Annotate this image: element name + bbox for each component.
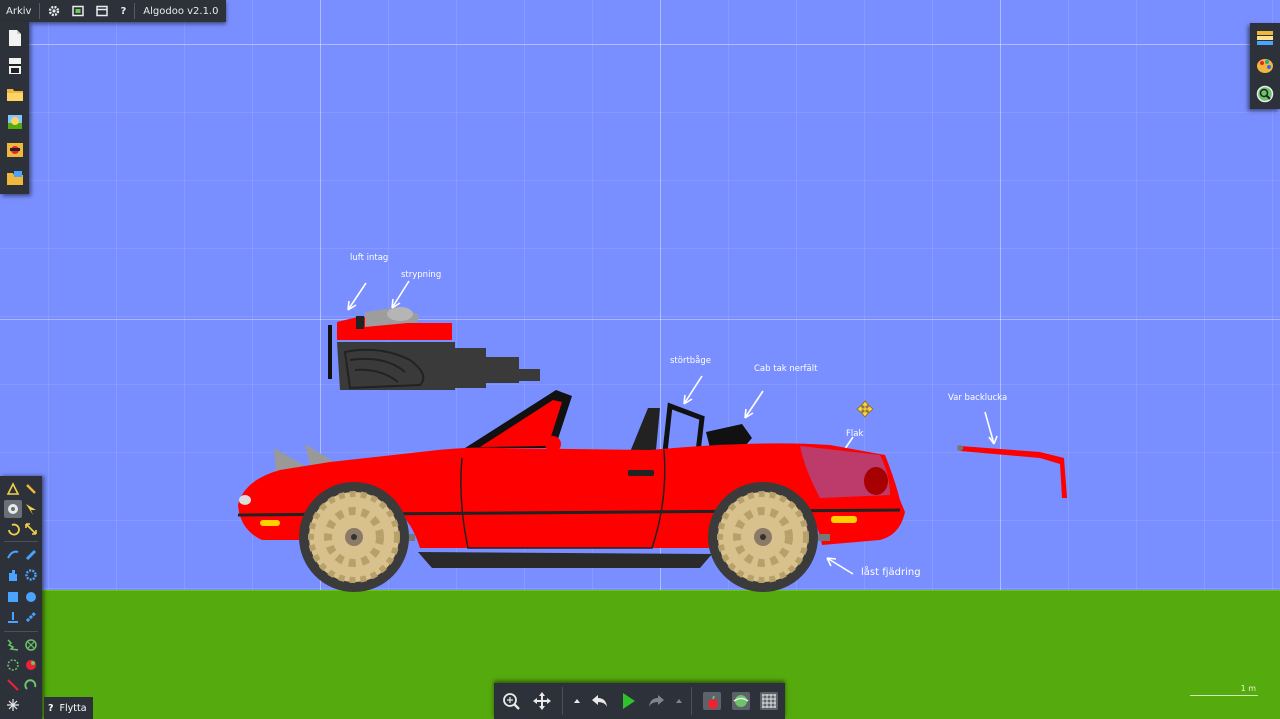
move-tool-icon bbox=[8, 504, 18, 514]
sketch-tool-icon[interactable] bbox=[6, 482, 20, 496]
window-button[interactable] bbox=[66, 0, 90, 22]
tracer-tool-icon[interactable] bbox=[24, 678, 38, 692]
version-label: Algodoo v2.1.0 bbox=[143, 5, 219, 17]
knife-tool-icon[interactable] bbox=[24, 548, 38, 562]
undo-icon[interactable] bbox=[590, 691, 610, 711]
annotation-trunk[interactable]: Flak bbox=[846, 429, 863, 439]
settings-button[interactable] bbox=[42, 0, 66, 22]
tool-help-icon[interactable]: ? bbox=[48, 703, 54, 714]
thruster-tool-icon[interactable] bbox=[24, 658, 38, 672]
annotation-roll-bar[interactable]: störtbåge bbox=[670, 356, 711, 366]
right-toolbar bbox=[1250, 23, 1280, 109]
separator bbox=[691, 687, 692, 715]
annotation-locked-suspension[interactable]: låst fjädring bbox=[861, 567, 921, 578]
simulation-control-bar bbox=[494, 683, 785, 719]
separator bbox=[4, 541, 38, 542]
layers-icon[interactable] bbox=[1256, 29, 1274, 47]
help-button[interactable]: ? bbox=[114, 0, 132, 22]
separator bbox=[562, 687, 563, 715]
redo-icon[interactable] bbox=[646, 691, 666, 711]
photo-icon[interactable] bbox=[6, 141, 24, 159]
current-tool-tip: ? Flytta bbox=[44, 697, 93, 719]
circle-tool-icon[interactable] bbox=[24, 590, 38, 604]
car[interactable] bbox=[237, 390, 905, 592]
scale-label: 1 m bbox=[1240, 684, 1256, 693]
spring-tool-icon[interactable] bbox=[6, 638, 20, 652]
file-toolbar bbox=[0, 22, 29, 194]
top-menu-bar: Arkiv ? Algodoo v2.1.0 bbox=[0, 0, 227, 22]
scale-indicator: 1 m bbox=[1190, 684, 1258, 698]
annotation-throttle[interactable]: strypning bbox=[401, 270, 441, 280]
box-tool-icon[interactable] bbox=[6, 590, 20, 604]
scale-bar bbox=[1190, 695, 1258, 696]
zoom-icon[interactable] bbox=[501, 691, 521, 711]
tool-palette bbox=[0, 476, 42, 719]
scale-tool-icon[interactable] bbox=[24, 522, 38, 536]
rear-wheel[interactable] bbox=[708, 482, 818, 592]
pan-icon[interactable] bbox=[532, 691, 552, 711]
rope-tool-icon[interactable] bbox=[6, 548, 20, 562]
plane-tool-icon[interactable] bbox=[6, 610, 20, 624]
gravity-icon[interactable] bbox=[702, 691, 722, 711]
redo-history-arrow-icon[interactable] bbox=[675, 697, 683, 705]
panel-icon bbox=[96, 5, 109, 17]
eraser-tool-icon[interactable] bbox=[6, 698, 20, 712]
new-file-icon[interactable] bbox=[6, 29, 24, 47]
open-folder-icon[interactable] bbox=[6, 85, 24, 103]
engine-assembly[interactable] bbox=[328, 307, 540, 390]
drag-tool-icon[interactable] bbox=[24, 502, 38, 516]
panel-button[interactable] bbox=[90, 0, 114, 22]
separator bbox=[134, 3, 136, 19]
undo-history-arrow-icon[interactable] bbox=[573, 697, 581, 705]
gear-icon bbox=[49, 5, 60, 17]
axle-tool-icon[interactable] bbox=[6, 658, 20, 672]
gear-tool-icon[interactable] bbox=[24, 568, 38, 582]
palette-icon[interactable] bbox=[1256, 57, 1274, 75]
fixate-tool-icon[interactable] bbox=[24, 638, 38, 652]
chain-tool-icon[interactable] bbox=[24, 610, 38, 624]
rotate-tool-icon[interactable] bbox=[6, 522, 20, 536]
options-icon[interactable] bbox=[1256, 85, 1274, 103]
separator bbox=[39, 3, 41, 19]
annotation-air-intake[interactable]: luft intag bbox=[350, 253, 388, 263]
laser-tool-icon[interactable] bbox=[6, 678, 20, 692]
annotation-was-trunk-lid[interactable]: Var backlucka bbox=[948, 393, 1007, 403]
scene-thumbnail-icon[interactable] bbox=[6, 113, 24, 131]
save-folder-icon[interactable] bbox=[6, 169, 24, 187]
air-icon[interactable] bbox=[731, 691, 751, 711]
play-icon[interactable] bbox=[618, 691, 638, 711]
separator bbox=[4, 631, 38, 632]
annotation-soft-top[interactable]: Cab tak nerfält bbox=[754, 364, 817, 374]
detached-trunk-lid[interactable] bbox=[957, 445, 1067, 498]
grid-icon[interactable] bbox=[759, 691, 779, 711]
scene-objects bbox=[237, 280, 1067, 592]
current-tool-label: Flytta bbox=[59, 702, 87, 714]
move-cursor-icon bbox=[856, 400, 874, 418]
brush-tool-icon[interactable] bbox=[24, 482, 38, 496]
front-wheel[interactable] bbox=[299, 482, 409, 592]
window-icon bbox=[72, 5, 85, 17]
file-menu[interactable]: Arkiv bbox=[0, 0, 37, 22]
simulation-canvas[interactable]: luft intag strypning störtbåge Cab tak n… bbox=[0, 0, 1280, 719]
clear-scene-icon[interactable] bbox=[6, 57, 24, 75]
move-tool-button[interactable] bbox=[4, 500, 22, 518]
hand-tool-icon[interactable] bbox=[6, 568, 20, 582]
